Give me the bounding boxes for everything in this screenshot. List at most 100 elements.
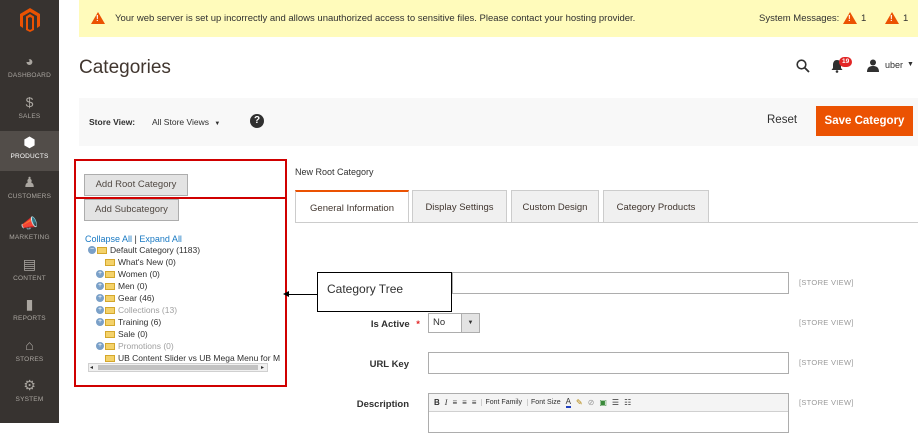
box-icon: ⬢ [23,134,36,150]
callout-arrow-head [283,291,289,297]
numbered-list-icon[interactable]: ☷ [624,398,631,407]
expand-node-icon[interactable]: + [96,342,104,350]
critical-warning-icon[interactable] [843,12,857,24]
user-name[interactable]: uber [885,60,903,70]
tab-label: General Information [310,203,394,214]
tab-custom-design[interactable]: Custom Design [511,190,599,223]
tab-label: Display Settings [425,202,494,213]
sidebar-item-system[interactable]: ⚙ SYSTEM [0,374,59,414]
sidebar-item-content[interactable]: ▤ CONTENT [0,253,59,293]
store-view-value: All Store Views [152,117,210,127]
scroll-left-arrow-icon[interactable]: ◂ [90,364,93,371]
major-warning-icon[interactable] [885,12,899,24]
tree-node[interactable]: + Collections (13) [96,305,177,315]
font-size-select[interactable]: Font Size [527,399,561,406]
sidebar-item-sales[interactable]: $ SALES [0,91,59,131]
scroll-right-arrow-icon[interactable]: ▸ [261,364,264,371]
folder-icon [105,330,115,338]
tree-node[interactable]: What's New (0) [96,257,176,267]
align-left-icon[interactable]: ≡ [452,398,457,407]
save-category-button[interactable]: Save Category [816,106,913,136]
sidebar-item-marketing[interactable]: 📣 MARKETING [0,212,59,252]
critical-count[interactable]: 1 [861,13,866,24]
sidebar-item-label: DASHBOARD [8,72,51,79]
tree-node[interactable]: + Gear (46) [96,293,154,303]
tree-node[interactable]: + Training (6) [96,317,161,327]
italic-icon[interactable]: I [445,398,448,407]
expand-node-icon[interactable]: − [88,246,96,254]
align-right-icon[interactable]: ≡ [472,398,477,407]
tree-horizontal-scrollbar[interactable]: ◂ ▸ [88,363,268,372]
sidebar-item-reports[interactable]: ▮ REPORTS [0,293,59,333]
tree-node[interactable]: + Women (0) [96,269,160,279]
scope-label: [STORE VIEW] [799,278,854,287]
chevron-down-icon: ▼ [214,121,221,127]
store-view-select[interactable]: All Store Views ▼ [152,117,220,127]
image-icon[interactable]: ▣ [599,398,607,407]
text-color-icon[interactable]: A [565,397,571,408]
align-center-icon[interactable]: ≡ [462,398,467,407]
bars-icon: ▮ [25,296,34,312]
tree-collapse-expand: Collapse All | Expand All [85,234,182,244]
sidebar-item-label: PRODUCTS [10,153,49,160]
magento-logo[interactable] [0,0,59,40]
link-icon[interactable]: ⊘ [588,398,595,407]
sidebar-item-stores[interactable]: ⌂ STORES [0,334,59,374]
sidebar-item-customers[interactable]: ♟ CUSTOMERS [0,171,59,211]
section-title: New Root Category [295,167,374,177]
store-view-label: Store View: [89,117,136,127]
tab-label: Category Products [616,202,696,213]
scroll-thumb[interactable] [98,365,258,370]
search-icon[interactable] [796,59,810,78]
tab-display-settings[interactable]: Display Settings [412,190,507,223]
sidebar-item-products[interactable]: ⬢ PRODUCTS [0,131,59,171]
description-wysiwyg-editor[interactable]: B I ≡ ≡ ≡ Font Family Font Size A ✎ ⊘ ▣ … [428,393,789,433]
expand-node-icon[interactable]: + [96,270,104,278]
expand-node-icon[interactable]: + [96,306,104,314]
tree-node[interactable]: − Default Category (1183) [88,245,200,255]
warning-icon [91,12,105,24]
store-view-bar: Store View: All Store Views ▼ ? Reset Sa… [79,98,918,146]
is-active-label-text: Is Active [370,319,410,330]
tree-node-label: Collections (13) [118,305,178,315]
user-icon[interactable] [867,59,879,77]
sidebar-item-dashboard[interactable]: ◕ DASHBOARD [0,50,59,90]
is-active-select[interactable]: No ▼ [428,313,480,333]
expand-node-icon[interactable]: + [96,282,104,290]
sidebar-item-label: REPORTS [13,315,46,322]
chevron-down-icon[interactable]: ▼ [907,61,914,68]
expand-node-icon[interactable]: + [96,318,104,326]
scope-label: [STORE VIEW] [799,358,854,367]
folder-icon [105,294,115,302]
notification-count-badge[interactable]: 19 [839,57,853,67]
sidebar-item-label: CONTENT [13,275,46,282]
tree-node[interactable]: Sale (0) [96,329,148,339]
tree-node[interactable]: + Men (0) [96,281,147,291]
reset-button[interactable]: Reset [767,114,797,126]
font-family-select[interactable]: Font Family [481,399,522,406]
tree-node[interactable]: UB Content Slider vs UB Mega Menu for M [96,353,280,363]
highlight-icon[interactable]: ✎ [576,398,583,407]
expand-node-icon[interactable]: + [96,294,104,302]
system-messages-label[interactable]: System Messages: [759,13,839,24]
tab-bar-line [295,222,918,223]
major-count[interactable]: 1 [903,13,908,24]
tab-general-information[interactable]: General Information [295,190,409,223]
collapse-all-link[interactable]: Collapse All [85,234,132,244]
url-key-input[interactable] [428,352,789,374]
category-name-input[interactable] [452,272,789,294]
magento-logo-icon [19,8,40,32]
sidebar-item-label: STORES [15,356,44,363]
tab-category-products[interactable]: Category Products [603,190,709,223]
add-subcategory-button[interactable]: Add Subcategory [84,199,179,221]
add-root-category-button[interactable]: Add Root Category [84,174,188,196]
tree-node-label: Women (0) [118,269,160,279]
system-message-text[interactable]: Your web server is set up incorrectly an… [115,13,635,24]
bold-icon[interactable]: B [434,398,440,407]
select-arrow: ▼ [461,314,479,332]
scope-label: [STORE VIEW] [799,318,854,327]
tree-node[interactable]: + Promotions (0) [96,341,174,351]
expand-all-link[interactable]: Expand All [139,234,182,244]
help-icon[interactable]: ? [250,114,264,128]
bullet-list-icon[interactable]: ☰ [612,398,619,407]
